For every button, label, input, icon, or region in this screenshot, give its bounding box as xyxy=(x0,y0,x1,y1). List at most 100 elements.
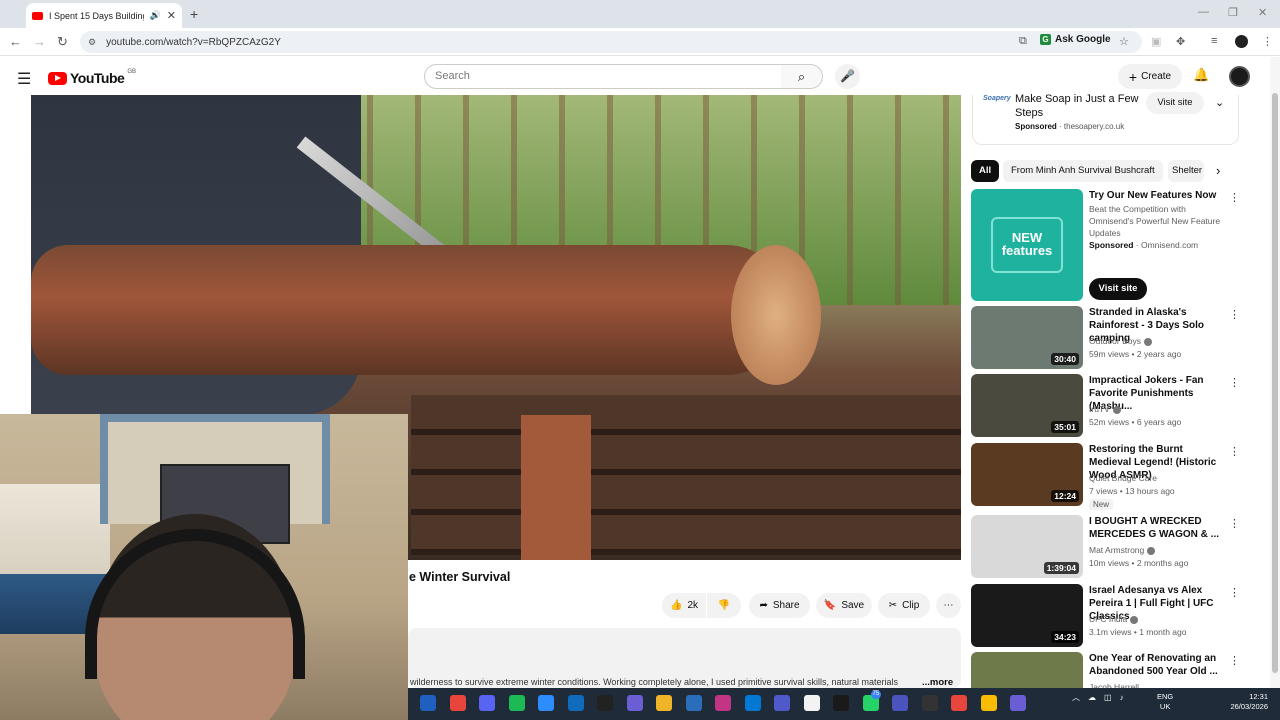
video-thumbnail[interactable]: 1:39:04 xyxy=(971,515,1083,578)
video-title[interactable]: One Year of Renovating an Abandoned 500 … xyxy=(1089,652,1224,678)
account-avatar[interactable] xyxy=(1229,66,1250,87)
copilot-app-icon[interactable] xyxy=(1010,695,1026,711)
chevron-right-icon[interactable]: › xyxy=(1216,163,1220,178)
vlc-icon[interactable] xyxy=(833,695,849,711)
recommendation-card[interactable]: 35:01 Impractical Jokers - Fan Favorite P… xyxy=(971,374,1241,438)
site-info-icon[interactable]: ⚙ xyxy=(88,37,96,48)
recommendation-card[interactable]: 1:39:04 I BOUGHT A WRECKED MERCEDES G WAG… xyxy=(971,515,1241,579)
whatsapp-icon[interactable]: 75 xyxy=(862,690,882,711)
more-actions-icon[interactable]: ⋯ xyxy=(936,593,961,618)
create-button[interactable]: + Create xyxy=(1118,64,1182,89)
volume-tray-icon[interactable]: ♪ xyxy=(1120,693,1124,702)
clip-button[interactable]: ✂ Clip xyxy=(878,593,930,618)
promo-title[interactable]: Try Our New Features Now xyxy=(1089,189,1224,202)
video-menu-icon[interactable]: ⋮ xyxy=(1229,308,1240,321)
outlook-calendar-icon[interactable] xyxy=(685,695,702,711)
page-scrollbar[interactable] xyxy=(1270,57,1280,688)
video-menu-icon[interactable]: ⋮ xyxy=(1229,654,1240,667)
teams-work-icon[interactable] xyxy=(892,695,908,711)
omnibox[interactable]: ⚙ youtube.com/watch?v=RbQPZCAzG2Y xyxy=(80,31,1142,53)
video-title[interactable]: I BOUGHT A WRECKED MERCEDES G WAGON & ..… xyxy=(1089,515,1224,541)
audio-playing-icon[interactable]: 🔊 xyxy=(150,10,161,21)
search-input[interactable]: Search xyxy=(424,64,782,89)
maximize-icon[interactable]: ❐ xyxy=(1228,6,1238,19)
profile-avatar-icon[interactable] xyxy=(1235,35,1248,48)
video-menu-icon[interactable]: ⋮ xyxy=(1229,586,1240,599)
extension-icon[interactable]: ▣ xyxy=(1151,35,1161,48)
channel-line[interactable]: truTV xyxy=(1089,404,1121,414)
channel-line[interactable]: UFC India xyxy=(1089,614,1139,624)
recommendation-card[interactable]: 30:40 Stranded in Alaska's Rainforest - 3… xyxy=(971,306,1241,370)
notepad-icon[interactable] xyxy=(803,695,820,711)
zoom-icon[interactable] xyxy=(538,695,554,711)
share-button[interactable]: ➦ Share xyxy=(749,593,810,618)
bookmark-star-icon[interactable]: ☆ xyxy=(1119,35,1129,48)
promo-thumbnail[interactable]: NEW features xyxy=(971,189,1083,301)
scrollbar-thumb[interactable] xyxy=(1272,93,1278,673)
video-menu-icon[interactable]: ⋮ xyxy=(1229,517,1240,530)
video-thumbnail[interactable]: 35:01 xyxy=(971,374,1083,437)
recommendation-card[interactable]: 34:23 Israel Adesanya vs Alex Pereira 1 |… xyxy=(971,584,1241,648)
chrome-alt-icon[interactable] xyxy=(980,695,997,711)
ask-google-button[interactable]: G Ask Google xyxy=(1040,34,1111,45)
recommendation-card[interactable]: 12:24 Restoring the Burnt Medieval Legend… xyxy=(971,443,1241,510)
forward-icon[interactable]: → xyxy=(33,34,46,49)
spotify-icon[interactable] xyxy=(508,695,525,711)
snipping-icon[interactable] xyxy=(626,695,643,711)
new-tab-button[interactable]: + xyxy=(190,6,198,22)
ad-visit-site-button[interactable]: Visit site xyxy=(1146,92,1204,114)
chip-all[interactable]: All xyxy=(971,160,1000,182)
tab-close-icon[interactable]: ✕ xyxy=(167,9,176,22)
file-explorer-icon[interactable] xyxy=(656,695,672,711)
extensions-puzzle-icon[interactable]: ✥ xyxy=(1176,35,1185,48)
window-close-icon[interactable]: ✕ xyxy=(1258,6,1267,19)
hamburger-menu-icon[interactable]: ☰ xyxy=(17,69,31,89)
back-icon[interactable]: ← xyxy=(9,34,22,49)
browser-tab[interactable]: I Spent 15 Days Building a W 🔊 ✕ xyxy=(26,3,182,28)
teams-icon[interactable] xyxy=(774,695,790,711)
save-button[interactable]: 🔖 Save xyxy=(816,593,872,618)
promo-visit-site-button[interactable]: Visit site xyxy=(1089,278,1147,300)
tray-chevron-icon[interactable]: ︿ xyxy=(1072,692,1080,703)
copilot-icon[interactable] xyxy=(567,695,584,711)
chrome-profile-icon[interactable] xyxy=(951,695,967,711)
instagram-icon[interactable] xyxy=(715,695,731,711)
network-icon[interactable]: ◫ xyxy=(1104,693,1112,702)
description-more-link[interactable]: ...more xyxy=(922,677,953,688)
promo-menu-icon[interactable]: ⋮ xyxy=(1229,191,1240,204)
video-menu-icon[interactable]: ⋮ xyxy=(1229,376,1240,389)
channel-line[interactable]: Quiet Bridge Care xyxy=(1089,473,1157,483)
channel-line[interactable]: Outdoor Boys xyxy=(1089,336,1152,346)
chrome-icon[interactable] xyxy=(449,695,466,711)
install-app-icon[interactable]: ⧉ xyxy=(1019,35,1027,48)
video-thumbnail[interactable]: 30:40 xyxy=(971,306,1083,369)
chevron-down-icon[interactable]: ⌄ xyxy=(1215,96,1224,109)
chip-shelter[interactable]: Shelter xyxy=(1168,160,1204,182)
like-button[interactable]: 👍 2k xyxy=(662,593,706,618)
cloud-icon[interactable]: ☁ xyxy=(1088,693,1096,702)
channel-line[interactable]: Mat Armstrong xyxy=(1089,545,1156,555)
chip-channel[interactable]: From Minh Anh Survival Bushcraft xyxy=(1003,160,1163,182)
reading-list-icon[interactable]: ≡ xyxy=(1211,35,1217,47)
video-thumbnail[interactable]: 34:23 xyxy=(971,584,1083,647)
ad-title[interactable]: Make Soap in Just a Few Steps xyxy=(1015,92,1145,120)
language-indicator[interactable]: ENG UK xyxy=(1157,692,1173,712)
search-button[interactable]: ⌕ xyxy=(781,64,823,89)
obs-icon[interactable] xyxy=(921,695,938,711)
discord-icon[interactable] xyxy=(479,695,495,711)
video-menu-icon[interactable]: ⋮ xyxy=(1229,445,1240,458)
plus-icon: + xyxy=(1128,68,1138,85)
youtube-logo[interactable]: YouTube GB xyxy=(48,69,136,86)
outlook-icon[interactable] xyxy=(420,695,436,711)
capcut-icon[interactable] xyxy=(597,695,613,711)
reload-icon[interactable]: ↻ xyxy=(57,34,68,50)
voice-search-icon[interactable]: 🎤 xyxy=(835,64,860,89)
calculator-icon[interactable] xyxy=(744,695,761,711)
dislike-button[interactable]: 👎 xyxy=(707,593,741,618)
minimize-icon[interactable]: — xyxy=(1198,6,1209,18)
promo-card[interactable]: NEW features Try Our New Features Now Be… xyxy=(971,189,1241,301)
notifications-bell-icon[interactable]: 🔔 xyxy=(1193,67,1209,83)
taskbar-clock[interactable]: 12:31 26/03/2026 xyxy=(1222,692,1268,712)
video-thumbnail[interactable]: 12:24 xyxy=(971,443,1083,506)
browser-menu-icon[interactable]: ⋮ xyxy=(1262,35,1273,48)
